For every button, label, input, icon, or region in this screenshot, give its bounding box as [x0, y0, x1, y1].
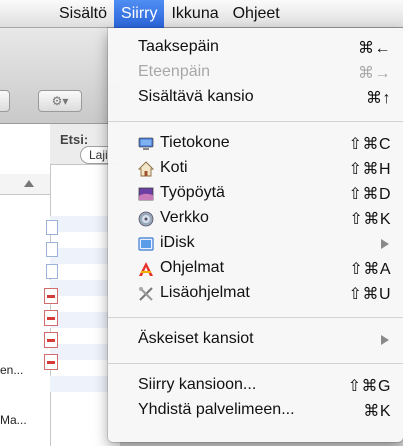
pdf-file-icon[interactable]	[44, 332, 58, 348]
menu-item-shortcut: ⇧⌘D	[348, 186, 391, 203]
idisk-icon	[138, 236, 154, 252]
document-file-icon[interactable]	[46, 264, 58, 279]
menu-item-forward: Eteenpäin ⌘→	[108, 61, 403, 85]
menu-sisalto[interactable]: Sisältö	[52, 0, 114, 28]
menu-separator	[108, 363, 403, 364]
menu-item-recent-folders[interactable]: Äskeiset kansiot	[108, 328, 403, 352]
pdf-file-icon[interactable]	[44, 310, 58, 326]
menu-item-shortcut: ⇧⌘H	[348, 161, 391, 178]
home-icon	[137, 161, 155, 177]
menu-item-label: Verkko	[160, 209, 209, 226]
menu-item-shortcut: ⌘↑	[366, 90, 391, 107]
menu-item-label: iDisk	[160, 234, 195, 251]
menu-item-label: Äskeiset kansiot	[138, 330, 254, 347]
menu-item-label: Siirry kansioon...	[138, 376, 257, 393]
applications-icon	[138, 261, 154, 277]
menu-item-shortcut: ⌘K	[363, 403, 391, 420]
menu-item-shortcut: ⇧⌘U	[348, 286, 391, 303]
document-file-icon[interactable]	[46, 242, 58, 257]
menu-item-enclosing-folder[interactable]: Sisältävä kansio ⌘↑	[108, 86, 403, 110]
sidebar-item-label[interactable]: Ma...	[0, 413, 27, 427]
menu-item-shortcut: ⇧⌘C	[348, 136, 391, 153]
menu-item-shortcut: ⌘→	[358, 65, 391, 82]
menu-item-computer[interactable]: Tietokone ⇧⌘C	[108, 132, 403, 156]
menu-item-shortcut: ⇧⌘G	[347, 378, 391, 395]
menu-item-connect-to-server[interactable]: Yhdistä palvelimeen... ⌘K	[108, 399, 403, 423]
search-label: Etsi:	[60, 132, 89, 147]
menu-item-shortcut: ⌘←	[358, 40, 391, 57]
menu-item-label: Taaksepäin	[138, 38, 219, 55]
menu-item-label: Sisältävä kansio	[138, 88, 254, 105]
column-header[interactable]	[0, 174, 50, 195]
desktop-icon	[138, 186, 154, 202]
menu-item-shortcut: ⇧⌘K	[349, 211, 391, 228]
menu-separator	[108, 317, 403, 318]
menu-ikkuna[interactable]: Ikkuna	[164, 0, 225, 28]
menu-item-back[interactable]: Taaksepäin ⌘←	[108, 36, 403, 60]
menu-item-idisk[interactable]: iDisk	[108, 232, 403, 256]
menu-item-shortcut: ⇧⌘A	[349, 261, 391, 278]
menu-item-applications[interactable]: Ohjelmat ⇧⌘A	[108, 257, 403, 281]
utilities-icon	[138, 286, 154, 302]
submenu-arrow-icon	[381, 335, 389, 345]
menu-item-label: Yhdistä palvelimeen...	[138, 401, 295, 418]
sort-ascending-icon	[24, 180, 34, 187]
menu-ohjeet[interactable]: Ohjeet	[226, 0, 287, 28]
menu-item-label: Koti	[160, 159, 188, 176]
menu-bar: Sisältö Siirry Ikkuna Ohjeet	[0, 0, 403, 28]
menu-item-label: Eteenpäin	[138, 63, 211, 80]
menu-separator	[108, 121, 403, 122]
toolbar-view-button[interactable]	[0, 90, 10, 112]
network-icon	[138, 211, 154, 227]
action-gear-button[interactable]: ⚙▾	[38, 90, 82, 112]
menu-item-label: Ohjelmat	[160, 259, 225, 276]
finder-window: ⚙▾ Etsi: Laji en... Ma...	[0, 28, 120, 446]
go-menu-dropdown: Taaksepäin ⌘← Eteenpäin ⌘→ Sisältävä kan…	[108, 28, 403, 442]
menu-item-desktop[interactable]: Työpöytä ⇧⌘D	[108, 182, 403, 206]
computer-icon	[138, 136, 154, 152]
menu-item-network[interactable]: Verkko ⇧⌘K	[108, 207, 403, 231]
menu-item-home[interactable]: Koti ⇧⌘H	[108, 157, 403, 181]
pdf-file-icon[interactable]	[44, 354, 58, 370]
menu-item-label: Työpöytä	[160, 184, 225, 201]
pdf-file-icon[interactable]	[44, 288, 58, 304]
menu-item-go-to-folder[interactable]: Siirry kansioon... ⇧⌘G	[108, 374, 403, 398]
menu-item-label: Tietokone	[160, 134, 230, 151]
submenu-arrow-icon	[381, 239, 389, 249]
finder-toolbar: ⚙▾	[0, 28, 120, 124]
menu-item-utilities[interactable]: Lisäohjelmat ⇧⌘U	[108, 282, 403, 306]
menu-item-label: Lisäohjelmat	[160, 284, 250, 301]
document-file-icon[interactable]	[46, 220, 58, 235]
menu-siirry[interactable]: Siirry	[114, 0, 165, 28]
sidebar-item-label[interactable]: en...	[0, 363, 23, 377]
